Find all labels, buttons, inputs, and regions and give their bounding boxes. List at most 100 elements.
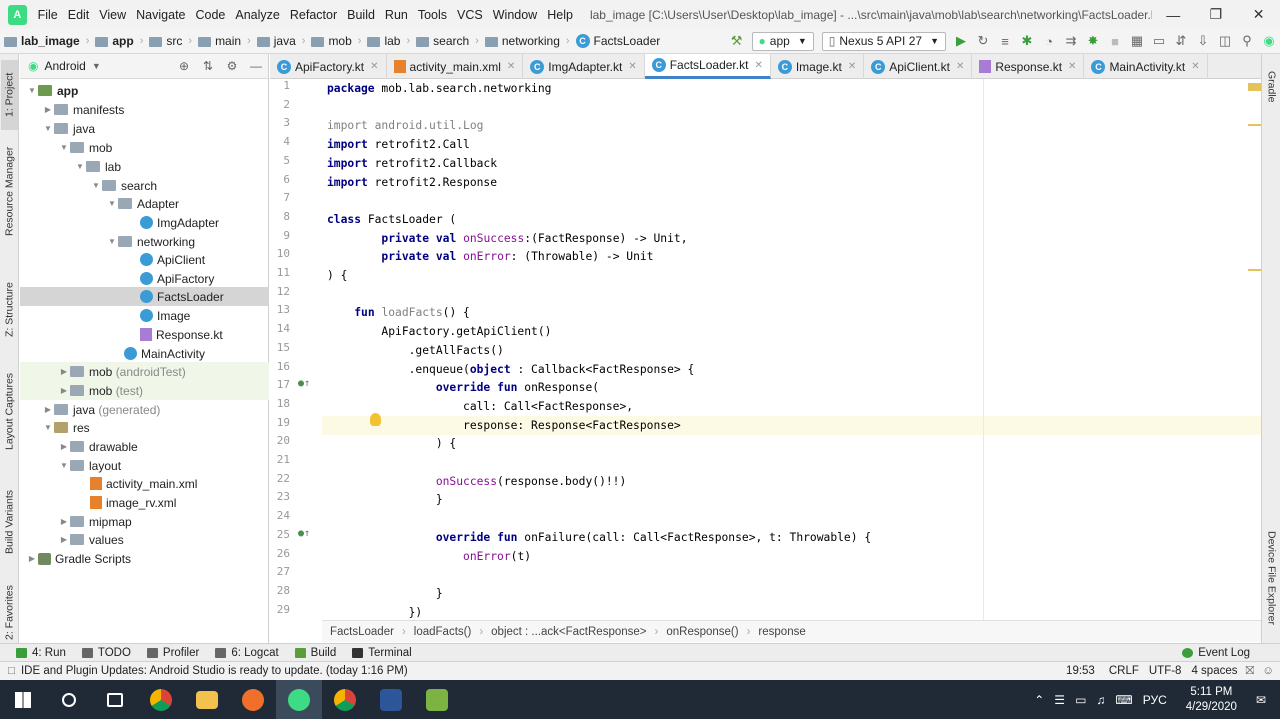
tree-item-java[interactable]: ▼ java: [20, 119, 269, 138]
tab-response[interactable]: Response.kt ✕: [972, 54, 1085, 79]
profile-icon[interactable]: ◔: [1038, 34, 1060, 49]
tab-apifactory[interactable]: C ApiFactory.kt ✕: [270, 54, 387, 79]
tab-factsloader[interactable]: C FactsLoader.kt ✕: [644, 54, 771, 79]
menu-run[interactable]: Run: [380, 8, 413, 22]
tree-item-imgadapter[interactable]: ImgAdapter: [20, 213, 269, 232]
network-icon[interactable]: ☰: [1054, 693, 1065, 707]
brave-icon[interactable]: [230, 680, 276, 719]
tool-profiler[interactable]: Profiler: [146, 647, 199, 659]
chevron-up-icon[interactable]: ⌃: [1034, 693, 1044, 707]
search-icon[interactable]: [46, 680, 92, 719]
menu-window[interactable]: Window: [488, 8, 542, 22]
windows-start-icon[interactable]: [0, 680, 46, 719]
close-tab-icon[interactable]: ✕: [848, 61, 856, 72]
tool-logcat[interactable]: 6: Logcat: [215, 647, 279, 659]
tree-item-image-rv-xml[interactable]: image_rv.xml: [20, 493, 269, 512]
tool-tab-build-variants[interactable]: Build Variants: [1, 482, 18, 562]
code-line[interactable]: override fun onFailure(call: Call<FactRe…: [322, 528, 1261, 547]
tree-item-networking[interactable]: ▼ networking: [20, 232, 269, 251]
code-line[interactable]: .enqueue(object : Callback<FactResponse>…: [322, 360, 1261, 379]
hide-icon[interactable]: —: [244, 59, 268, 73]
tab-apiclient[interactable]: C ApiClient.kt ✕: [864, 54, 973, 79]
sync-gradle-icon[interactable]: ⇵: [1170, 33, 1192, 49]
menu-navigate[interactable]: Navigate: [131, 8, 190, 22]
tree-item-apifactory[interactable]: ApiFactory: [20, 269, 269, 288]
breadcrumb-object[interactable]: object : ...ack<FactResponse>: [483, 626, 654, 638]
locate-icon[interactable]: ⊕: [172, 59, 196, 73]
code-line[interactable]: .getAllFacts(): [322, 341, 1261, 360]
code-line[interactable]: private val onSuccess:(FactResponse) -> …: [322, 229, 1261, 248]
tree-item-mipmap[interactable]: ▶ mipmap: [20, 512, 269, 531]
nav-crumb-factsloader[interactable]: C FactsLoader: [572, 34, 665, 48]
tool-tab-favorites[interactable]: 2: Favorites: [1, 584, 18, 642]
chrome-profile-icon[interactable]: [322, 680, 368, 719]
editor-scrollbar[interactable]: [1248, 79, 1261, 620]
menu-help[interactable]: Help: [542, 8, 578, 22]
menu-file[interactable]: File: [33, 8, 63, 22]
tree-item-values[interactable]: ▶ values: [20, 530, 269, 549]
tool-event-log[interactable]: Event Log: [1182, 647, 1250, 659]
task-view-icon[interactable]: [92, 680, 138, 719]
code-line[interactable]: [322, 98, 1261, 117]
tool-terminal[interactable]: Terminal: [352, 647, 412, 659]
language-indicator[interactable]: РУС: [1143, 693, 1167, 707]
nav-crumb-java[interactable]: java: [253, 34, 300, 48]
code-line[interactable]: import retrofit2.Callback: [322, 154, 1261, 173]
breadcrumb-method[interactable]: onResponse(): [658, 626, 746, 638]
maximize-icon[interactable]: ❐: [1195, 6, 1238, 23]
tree-item-manifests[interactable]: ▶ manifests: [20, 100, 269, 119]
tool-todo[interactable]: TODO: [81, 647, 131, 659]
tree-item-res[interactable]: ▼ res: [20, 418, 269, 437]
tab-mainactivity[interactable]: C MainActivity.kt ✕: [1084, 54, 1208, 79]
debug-icon[interactable]: ✱: [1016, 33, 1038, 49]
tree-item-mob-androidtest[interactable]: ▶ mob (androidTest): [20, 362, 269, 381]
run-config-select[interactable]: ● app ▼: [751, 31, 814, 51]
tool-build[interactable]: Build: [294, 647, 336, 659]
lock-icon[interactable]: ⛝: [1245, 665, 1254, 678]
close-tab-icon[interactable]: ✕: [1068, 61, 1076, 72]
nav-crumb-main[interactable]: main: [194, 34, 245, 48]
run-icon[interactable]: ▶: [950, 33, 972, 49]
tree-item-app[interactable]: ▼ app: [20, 81, 269, 100]
minimize-icon[interactable]: —: [1152, 7, 1195, 23]
chevron-down-icon[interactable]: ▼: [92, 61, 101, 71]
inspector-icon[interactable]: ☺: [1262, 665, 1274, 677]
nav-crumb-networking[interactable]: networking: [481, 34, 564, 48]
tree-item-mainactivity[interactable]: MainActivity: [20, 344, 269, 363]
menu-code[interactable]: Code: [191, 8, 231, 22]
code-line[interactable]: fun loadFacts() {: [322, 303, 1261, 322]
code-line[interactable]: import android.util.Log: [322, 116, 1261, 135]
volume-icon[interactable]: ♫: [1096, 693, 1105, 707]
tool-tab-resource-manager[interactable]: Resource Manager: [1, 144, 18, 239]
close-tab-icon[interactable]: ✕: [370, 61, 378, 72]
close-tab-icon[interactable]: ✕: [507, 61, 515, 72]
breadcrumb-class[interactable]: FactsLoader: [322, 626, 402, 638]
code-line[interactable]: }): [322, 603, 1261, 620]
menu-vcs[interactable]: VCS: [452, 8, 488, 22]
device-select[interactable]: ▯ Nexus 5 API 27 ▼: [821, 31, 946, 51]
menu-tools[interactable]: Tools: [413, 8, 452, 22]
search-icon[interactable]: ⚲: [1236, 33, 1258, 49]
tree-item-lab[interactable]: ▼ lab: [20, 157, 269, 176]
close-icon[interactable]: ✕: [1237, 6, 1280, 23]
code-line[interactable]: [322, 191, 1261, 210]
tool-tab-layout-captures[interactable]: Layout Captures: [1, 366, 18, 456]
code-line[interactable]: onSuccess(response.body()!!): [322, 472, 1261, 491]
breadcrumb-function[interactable]: loadFacts(): [406, 626, 480, 638]
chrome-icon[interactable]: [138, 680, 184, 719]
battery-icon[interactable]: ▭: [1075, 693, 1086, 707]
gear-icon[interactable]: ⚙: [220, 59, 244, 73]
menu-view[interactable]: View: [94, 8, 131, 22]
code-line[interactable]: private val onError: (Throwable) -> Unit: [322, 247, 1261, 266]
override-marker-icon[interactable]: ●↑: [298, 528, 310, 539]
code-line[interactable]: response: Response<FactResponse>: [322, 415, 1261, 435]
tree-item-apiclient[interactable]: ApiClient: [20, 250, 269, 269]
menu-edit[interactable]: Edit: [63, 8, 95, 22]
code-line[interactable]: ) {: [322, 434, 1261, 453]
code-editor[interactable]: package mob.lab.search.networking import …: [322, 79, 1261, 620]
caret-position[interactable]: 19:53: [1066, 665, 1095, 677]
indent-setting[interactable]: 4 spaces: [1191, 665, 1237, 677]
tree-item-activity-main-xml[interactable]: activity_main.xml: [20, 474, 269, 493]
code-line[interactable]: import retrofit2.Response: [322, 173, 1261, 192]
breadcrumb-param[interactable]: response: [750, 626, 813, 638]
